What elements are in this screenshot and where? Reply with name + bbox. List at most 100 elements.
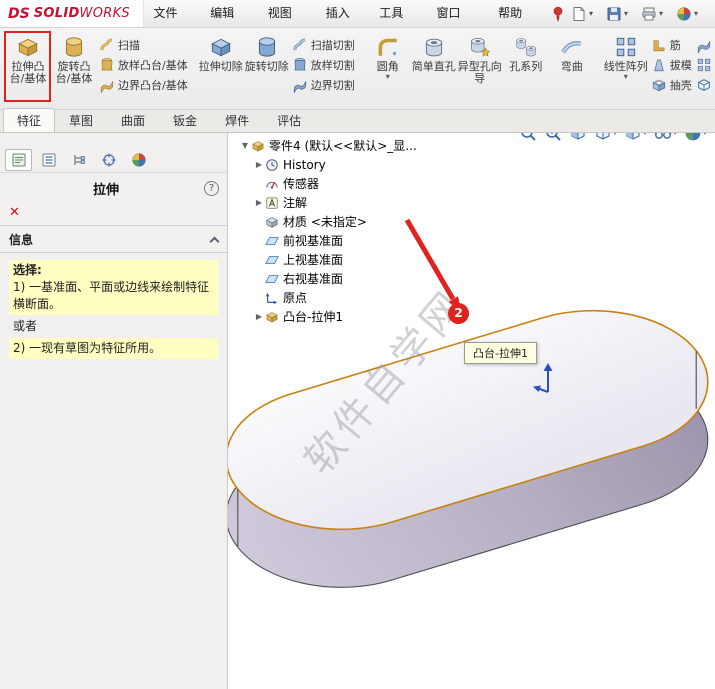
menubar: 文件(F) 编辑(E) 视图(V) 插入(I) 工具(T) 窗口(W) 帮助(H… (144, 0, 547, 27)
button-label: 扫描 (118, 37, 140, 53)
button-label: 弯曲 (561, 61, 583, 73)
caret-icon: ▾ (659, 10, 663, 18)
tree-item-label: 材质 <未指定> (281, 213, 367, 230)
linear-pattern-button[interactable]: 线性阵列 ▾ (603, 32, 649, 82)
caret-icon: ▾ (589, 10, 593, 18)
tree-item-right-plane[interactable]: 右视基准面 (253, 269, 474, 288)
origin-icon (265, 291, 281, 305)
button-label: 简单直孔 (412, 61, 456, 73)
info-section-label: 信息 (9, 231, 33, 248)
ribbon-overflow-button-1[interactable] (696, 37, 712, 53)
lofted-cut-button[interactable]: 放样切割 (292, 57, 355, 73)
revolved-boss-button[interactable]: 旋转凸台/基体 (51, 32, 97, 86)
hole-series-button[interactable]: 孔系列 (503, 32, 549, 74)
panel-title: 拉伸 (8, 179, 204, 198)
flex-button[interactable]: 弯曲 (549, 32, 595, 74)
menu-edit[interactable]: 编辑(E) (201, 0, 258, 27)
button-label: 孔系列 (509, 61, 542, 73)
expand-arrow-icon[interactable]: ▶ (253, 312, 265, 321)
tab-property-manager[interactable] (35, 149, 62, 171)
panel-tab-bar (0, 147, 227, 173)
expand-arrow-icon[interactable]: ▼ (239, 141, 251, 150)
tab-evaluate[interactable]: 评估 (263, 108, 315, 132)
help-icon[interactable]: ? (204, 181, 219, 196)
hint-line-1: 1) 一基准面、平面或边线来绘制特征横断面。 (13, 280, 209, 311)
menu-tools[interactable]: 工具(T) (370, 0, 427, 27)
tree-item-sensors[interactable]: 传感器 (253, 174, 474, 193)
menu-file[interactable]: 文件(F) (144, 0, 201, 27)
expand-arrow-icon[interactable]: ▶ (253, 198, 265, 207)
rib-button[interactable]: 筋 (651, 37, 692, 53)
property-manager-panel: 拉伸 ? ✕ 信息 选择: 1) 一基准面、平面或边线来绘制特征横断面。 或者 … (0, 133, 228, 689)
brand-works: WORKS (80, 6, 130, 21)
info-message: 选择: 1) 一基准面、平面或边线来绘制特征横断面。 或者 2) 一现有草图为特… (0, 253, 227, 366)
new-document-button[interactable]: ▾ (566, 3, 598, 25)
caret-icon: ▾ (694, 10, 698, 18)
save-button[interactable]: ▾ (601, 3, 633, 25)
tab-display-manager[interactable] (125, 149, 152, 171)
feature-tree: ▼ 零件4 (默认<<默认>_显... ▶ History 传感器 ▶ 注解 材… (239, 136, 474, 326)
tab-dimxpert-manager[interactable] (95, 149, 122, 171)
tree-item-origin[interactable]: 原点 (253, 288, 474, 307)
tab-feature-manager[interactable] (5, 149, 32, 171)
tree-item-front-plane[interactable]: 前视基准面 (253, 231, 474, 250)
ribbon-overflow-button-3[interactable] (696, 77, 712, 93)
menu-window[interactable]: 窗口(W) (428, 0, 490, 27)
feature-tooltip: 凸台-拉伸1 (464, 342, 537, 364)
tab-features[interactable]: 特征 (3, 108, 55, 132)
titlebar: DS SOLIDWORKS 文件(F) 编辑(E) 视图(V) 插入(I) 工具… (0, 0, 715, 28)
tree-item-history[interactable]: ▶ History (253, 155, 474, 174)
brand-solid: SOLID (34, 6, 80, 21)
history-icon (265, 158, 281, 172)
draft-button[interactable]: 拔模 (651, 57, 692, 73)
extruded-cut-button[interactable]: 拉伸切除 (198, 32, 244, 74)
button-label: 拉伸凸台/基体 (5, 61, 51, 85)
extruded-boss-button[interactable]: 拉伸凸台/基体 (5, 32, 51, 86)
close-icon[interactable]: ✕ (9, 205, 20, 220)
lofted-boss-button[interactable]: 放样凸台/基体 (99, 57, 188, 73)
boundary-boss-button[interactable]: 边界凸台/基体 (99, 77, 188, 93)
material-icon (265, 215, 281, 229)
caret-icon: ▾ (624, 10, 628, 18)
simple-hole-button[interactable]: 简单直孔 (411, 32, 457, 74)
button-label: 旋转切除 (245, 61, 289, 73)
button-label: 边界切割 (311, 77, 355, 93)
quick-access-toolbar: ▾ ▾ ▾ ▾ (566, 3, 715, 25)
print-button[interactable]: ▾ (636, 3, 668, 25)
tree-item-top-plane[interactable]: 上视基准面 (253, 250, 474, 269)
button-label: 扫描切割 (311, 37, 355, 53)
options-button[interactable]: ▾ (671, 3, 703, 25)
tab-configuration-manager[interactable] (65, 149, 92, 171)
revolved-cut-button[interactable]: 旋转切除 (244, 32, 290, 74)
tree-item-material[interactable]: 材质 <未指定> (253, 212, 474, 231)
hint-line-2: 2) 一现有草图为特征所用。 (13, 341, 161, 355)
tree-root-part[interactable]: ▼ 零件4 (默认<<默认>_显... (239, 136, 474, 155)
tab-sketch[interactable]: 草图 (55, 108, 107, 132)
ds-logo-icon: DS (8, 6, 30, 22)
tree-item-label: 传感器 (281, 175, 319, 192)
menu-view[interactable]: 视图(V) (259, 0, 317, 27)
fillet-button[interactable]: 圆角 ▾ (365, 32, 411, 82)
features-ribbon: 拉伸凸台/基体 旋转凸台/基体 扫描 放样凸台/基体 边界凸台/基体 拉伸切除 … (0, 28, 715, 110)
menu-help[interactable]: 帮助(H) (489, 0, 548, 27)
or-label: 或者 (13, 318, 214, 335)
tab-sheet-metal[interactable]: 钣金 (159, 108, 211, 132)
solidworks-logo: DS SOLIDWORKS (0, 0, 144, 27)
hole-wizard-button[interactable]: 异型孔向导 (457, 32, 503, 86)
expand-arrow-icon[interactable]: ▶ (253, 160, 265, 169)
shell-button[interactable]: 抽壳 (651, 77, 692, 93)
tree-item-annotations[interactable]: ▶ 注解 (253, 193, 474, 212)
tree-item-boss-extrude1[interactable]: ▶ 凸台-拉伸1 (253, 307, 474, 326)
caret-icon: ▾ (386, 73, 390, 81)
tree-item-label: 上视基准面 (281, 251, 343, 268)
pin-menubar-icon[interactable] (550, 6, 566, 22)
collapse-chevron-icon[interactable] (210, 236, 220, 246)
ribbon-overflow-button-2[interactable] (696, 57, 712, 73)
tab-surfaces[interactable]: 曲面 (107, 108, 159, 132)
button-label: 放样切割 (311, 57, 355, 73)
tab-weldments[interactable]: 焊件 (211, 108, 263, 132)
swept-cut-button[interactable]: 扫描切割 (292, 37, 355, 53)
menu-insert[interactable]: 插入(I) (317, 0, 371, 27)
swept-boss-button[interactable]: 扫描 (99, 37, 188, 53)
boundary-cut-button[interactable]: 边界切割 (292, 77, 355, 93)
